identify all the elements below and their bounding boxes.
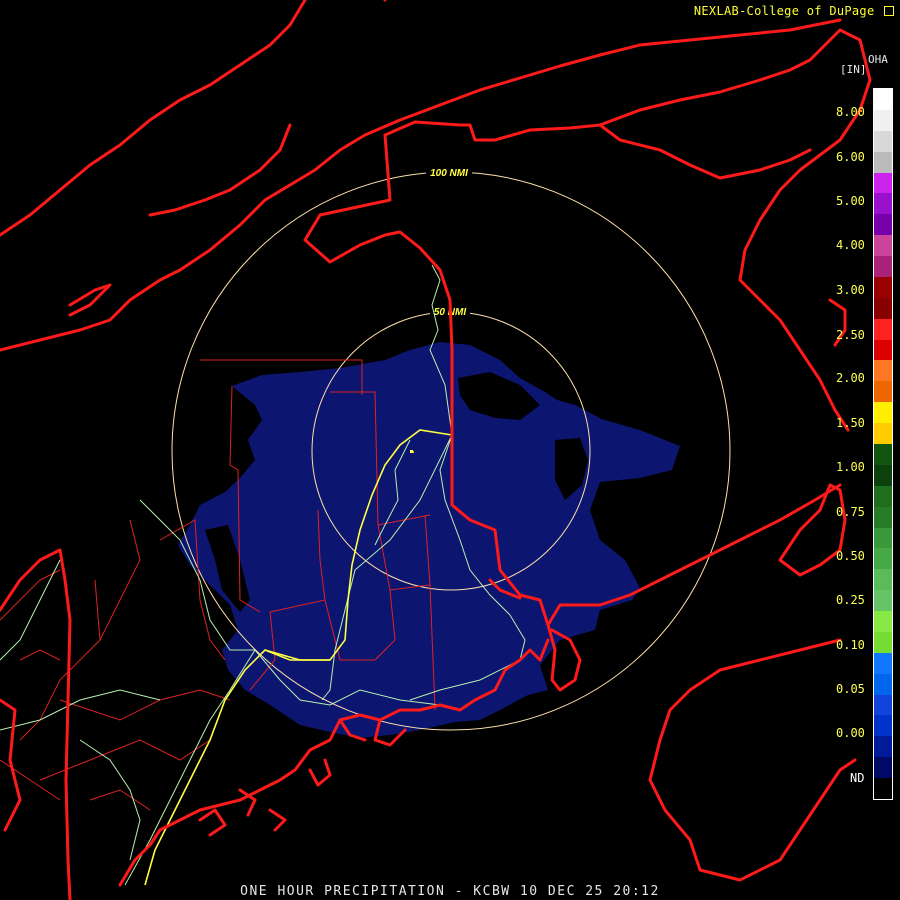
legend-swatch xyxy=(874,276,892,299)
legend-label: 1.00 xyxy=(836,460,865,474)
legend-swatch xyxy=(874,569,892,592)
radar-map: 100 NMI 50 NMI xyxy=(0,0,900,900)
legend-label: 5.00 xyxy=(836,194,865,208)
legend-swatch xyxy=(874,360,892,383)
legend-swatch xyxy=(874,464,892,487)
legend-label: 2.50 xyxy=(836,328,865,342)
legend-label: 3.00 xyxy=(836,283,865,297)
credit-text: NEXLAB-College of DuPage xyxy=(693,4,875,18)
legend-swatch xyxy=(874,590,892,613)
legend-product-code: OHA xyxy=(868,53,888,66)
legend-swatch xyxy=(874,89,892,111)
legend-label: 0.10 xyxy=(836,638,865,652)
legend-swatch xyxy=(874,611,892,633)
legend-swatch xyxy=(874,109,892,132)
legend-label: 4.00 xyxy=(836,238,865,252)
corner-arrow-icon xyxy=(884,6,894,16)
legend-swatch xyxy=(874,214,892,237)
legend-swatch xyxy=(874,715,892,738)
nexlab-credit: NEXLAB-College of DuPage xyxy=(694,4,894,18)
legend-swatch xyxy=(874,673,892,696)
legend-color-bar xyxy=(873,88,893,800)
legend-label: 0.75 xyxy=(836,505,865,519)
legend-swatch xyxy=(874,736,892,759)
radar-site-marker xyxy=(410,450,413,453)
legend-label: ND xyxy=(850,771,865,785)
legend-swatch xyxy=(874,548,892,571)
legend-label: 1.50 xyxy=(836,416,865,430)
legend-swatch xyxy=(874,235,892,258)
legend-swatch xyxy=(874,694,892,717)
legend-label: 2.00 xyxy=(836,371,865,385)
legend-swatch xyxy=(874,297,892,320)
legend-label: 8.00 xyxy=(836,105,865,119)
legend-swatch xyxy=(874,444,892,466)
legend-swatch xyxy=(874,381,892,404)
legend-units: [IN] xyxy=(840,63,867,76)
legend-label: 0.25 xyxy=(836,593,865,607)
legend-swatch xyxy=(874,631,892,654)
legend-swatch xyxy=(874,130,892,153)
legend-swatch xyxy=(874,402,892,425)
legend-swatch xyxy=(874,256,892,278)
legend-swatch xyxy=(874,339,892,362)
legend-swatch xyxy=(874,151,892,174)
range-ring-label-100: 100 NMI xyxy=(430,168,468,179)
legend-swatch xyxy=(874,423,892,445)
legend-label: 0.50 xyxy=(836,549,865,563)
legend-swatch xyxy=(874,506,892,529)
legend-swatch xyxy=(874,485,892,508)
legend-label: 0.00 xyxy=(836,726,865,740)
product-footer: ONE HOUR PRECIPITATION - KCBW 10 DEC 25 … xyxy=(240,884,660,899)
legend-label: 0.05 xyxy=(836,682,865,696)
legend-swatch xyxy=(874,193,892,216)
legend-swatch xyxy=(874,172,892,195)
legend-swatch xyxy=(874,318,892,341)
legend-swatch xyxy=(874,527,892,550)
legend-swatch xyxy=(874,652,892,675)
legend-label: 6.00 xyxy=(836,150,865,164)
